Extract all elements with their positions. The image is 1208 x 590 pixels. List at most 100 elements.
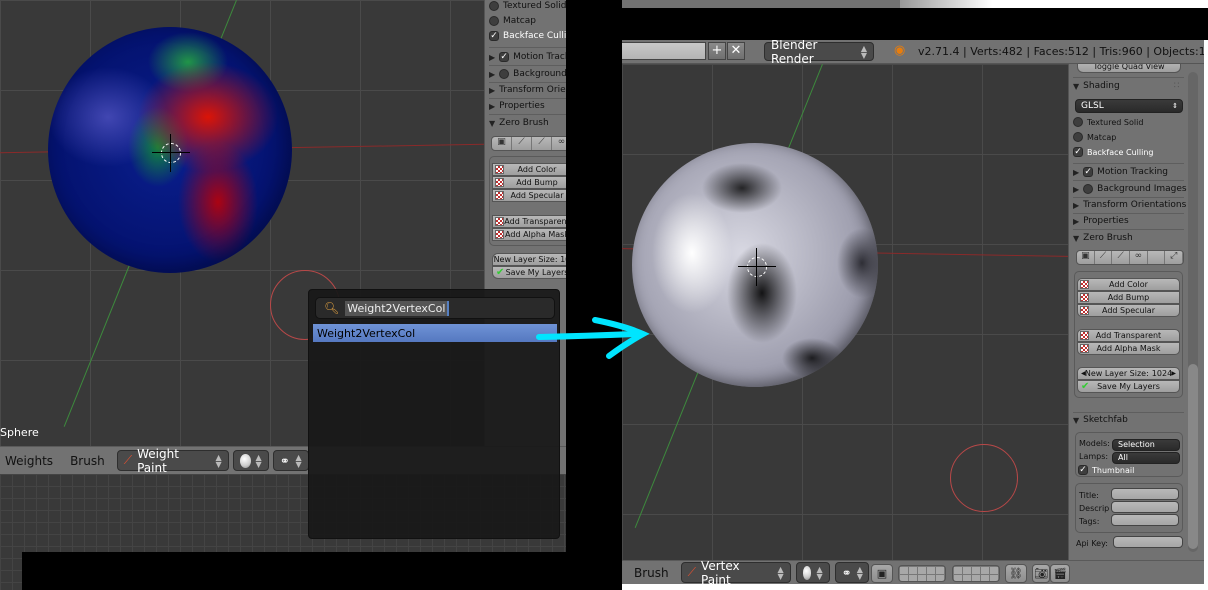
menu-brush[interactable]: Brush <box>622 566 681 580</box>
api-key-input[interactable] <box>1113 536 1183 548</box>
shading-option-matcap[interactable]: Matcap <box>1073 132 1116 142</box>
shading-option-textured-solid[interactable]: Textured Solid <box>489 1 566 11</box>
add-bump-button[interactable]: Add Bump <box>492 176 566 189</box>
updown-arrows-icon: ▲ ▼ <box>860 43 867 60</box>
section-background-images[interactable]: ▶Background Images <box>1073 184 1187 194</box>
radio-icon <box>489 16 499 26</box>
pivot-point-dropdown[interactable]: ⚭ ▲ ▼ <box>272 450 309 471</box>
layers-grid-2[interactable] <box>952 565 1000 582</box>
vertex-paint-icon: ⟋ <box>687 565 697 579</box>
toggle-quad-view-button[interactable]: Toggle Quad View <box>1077 64 1181 73</box>
render-camera-icon[interactable]: 📷︎ <box>1032 564 1050 583</box>
tags-input[interactable] <box>1111 514 1179 526</box>
section-zero-brush[interactable]: ▼ Zero Brush <box>489 118 549 128</box>
expand-triangle-icon: ▶ <box>489 101 496 111</box>
add-transparent-button[interactable]: Add Transparent <box>492 215 566 228</box>
section-transform-orientations[interactable]: ▶Transform Orientations <box>489 85 566 95</box>
add-transparent-button[interactable]: Add Transparent <box>1077 329 1180 342</box>
section-properties[interactable]: ▶ Properties <box>1073 216 1129 226</box>
menu-weights[interactable]: Weights <box>0 454 65 468</box>
section-sketchfab[interactable]: ▼ Sketchfab <box>1073 415 1128 425</box>
viewport-shading-dropdown[interactable]: ▲ ▼ <box>795 562 830 583</box>
right-3d-viewport[interactable] <box>622 64 1068 560</box>
render-animation-icon[interactable]: 🎬︎ <box>1050 564 1070 583</box>
description-label: Descrip <box>1079 504 1110 513</box>
lock-camera-button[interactable]: ⛓ <box>1005 564 1027 583</box>
thumbnail-checkbox[interactable]: ✓ Thumbnail <box>1078 465 1134 475</box>
zero-brush-tool-row[interactable]: ▣ ⟋ ⟋ ∞ <box>491 136 566 151</box>
blender-logo-icon: ◉ <box>894 43 906 58</box>
operator-search-input[interactable]: 🔍︎ Weight2VertexCol <box>315 297 555 319</box>
arrow-shaft <box>536 331 638 340</box>
pivot-point-dropdown[interactable]: ⚭ ▲ ▼ <box>834 562 869 583</box>
scene-name-field[interactable]: e <box>622 42 706 60</box>
section-motion-tracking[interactable]: ▶✓Motion Tracking <box>489 52 566 62</box>
remove-scene-button[interactable]: ✕ <box>727 42 745 60</box>
title-input[interactable] <box>1111 488 1179 500</box>
material-mode-dropdown[interactable]: GLSL ⇕ <box>1075 99 1183 113</box>
brush-icon: ⟋ <box>1095 251 1113 264</box>
expand-triangle-icon: ▶ <box>489 85 496 95</box>
viewport-header: Brush ⟋ Vertex Paint ▲ ▼ ▲ ▼ ⚭ ▲ ▼ ▣ ⛓ 📷︎ 🎬︎ <box>622 559 1204 584</box>
section-shading[interactable]: ▼ Shading ∷ <box>1073 81 1179 91</box>
shading-option-backface-culling[interactable]: ✓Backface Culling <box>1073 147 1153 157</box>
section-background-images[interactable]: ▶Background Images <box>489 69 566 79</box>
updown-arrows-icon: ▲ ▼ <box>215 452 222 469</box>
section-transform-orientations[interactable]: ▶Transform Orientations <box>1073 200 1186 210</box>
description-input[interactable] <box>1111 501 1179 513</box>
texture-icon <box>495 230 504 239</box>
object-name-label: Sphere <box>0 426 39 439</box>
save-my-layers-button[interactable]: ✔ Save My Layers <box>492 266 566 279</box>
search-icon: 🔍︎ <box>324 301 340 315</box>
section-motion-tracking[interactable]: ▶✓Motion Tracking <box>1073 167 1168 177</box>
section-properties[interactable]: ▶ Properties <box>489 101 545 111</box>
add-specular-button[interactable]: Add Specular <box>492 189 566 202</box>
title-label: Title: <box>1079 491 1099 500</box>
checkbox-checked-icon: ✓ <box>489 31 499 41</box>
expand-icon: ⤢ <box>1165 251 1183 264</box>
add-specular-button[interactable]: Add Specular <box>1077 304 1180 317</box>
add-color-button[interactable]: Add Color <box>492 163 566 176</box>
cube-icon: ▣ <box>492 137 512 150</box>
solid-shading-icon <box>239 453 251 468</box>
render-engine-dropdown[interactable]: Blender Render ▲ ▼ <box>764 40 874 66</box>
texture-icon <box>495 217 504 226</box>
add-color-button[interactable]: Add Color <box>1077 278 1180 291</box>
info-header: e + ✕ Blender Render ▲▼ ◉ v2.71.4 | Vert… <box>622 40 1204 66</box>
add-bump-button[interactable]: Add Bump <box>1077 291 1180 304</box>
radio-icon <box>489 1 499 11</box>
search-result-item[interactable]: Weight2VertexCol <box>313 324 557 342</box>
lamps-dropdown[interactable]: All <box>1112 452 1180 464</box>
lamps-label: Lamps: <box>1079 452 1109 461</box>
viewport-shading-dropdown[interactable]: ▲ ▼ <box>232 450 269 471</box>
layers-grid-1[interactable] <box>898 565 946 582</box>
shading-option-matcap[interactable]: Matcap <box>489 16 536 26</box>
checkbox-checked-icon: ✓ <box>1073 147 1083 157</box>
add-alpha-mask-button[interactable]: Add Alpha Mask <box>1077 342 1180 355</box>
tags-label: Tags: <box>1079 517 1100 526</box>
zero-brush-tool-row[interactable]: ▣ ⟋ ⟋ ∞ ⤢ <box>1076 250 1184 265</box>
brush-radius-circle <box>950 444 1018 512</box>
solid-shading-icon <box>802 565 812 580</box>
texture-icon <box>495 165 504 174</box>
texture-paint-mask-button[interactable]: ▣ <box>871 564 893 583</box>
drag-handle-icon: ∷ <box>1173 81 1180 91</box>
mode-dropdown[interactable]: ⟋ Weight Paint ▲ ▼ <box>116 447 229 475</box>
new-layer-size-field[interactable]: New Layer Size: 1024 <box>492 253 566 266</box>
add-scene-button[interactable]: + <box>708 42 726 60</box>
link-icon: ∞ <box>1130 251 1148 264</box>
checkbox-checked-icon: ✓ <box>499 52 510 62</box>
models-dropdown[interactable]: Selection <box>1112 439 1180 451</box>
save-my-layers-button[interactable]: ✔ Save My Layers <box>1077 380 1180 393</box>
add-alpha-mask-button[interactable]: Add Alpha Mask <box>492 228 566 241</box>
menu-brush[interactable]: Brush <box>65 454 117 468</box>
shading-option-textured-solid[interactable]: Textured Solid <box>1073 117 1143 127</box>
shading-option-backface-culling[interactable]: ✓Backface Culling <box>489 31 566 41</box>
mode-dropdown[interactable]: ⟋ Vertex Paint ▲ ▼ <box>680 559 791 584</box>
checkmark-icon: ✔ <box>496 267 505 278</box>
section-zero-brush[interactable]: ▼ Zero Brush <box>1073 233 1133 243</box>
operator-search-popup: 🔍︎ Weight2VertexCol Weight2VertexCol <box>308 289 560 539</box>
new-layer-size-field[interactable]: ◀ New Layer Size: 1024 ▶ <box>1077 367 1180 380</box>
panel-scrollbar[interactable] <box>1188 364 1198 549</box>
paint-icon: ⟋ <box>532 137 552 150</box>
